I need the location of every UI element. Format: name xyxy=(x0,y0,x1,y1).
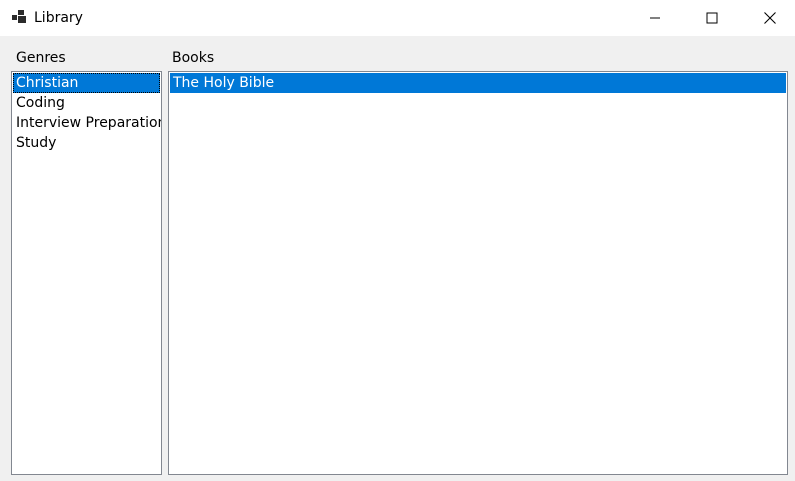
genre-item-christian[interactable]: Christian xyxy=(13,73,160,93)
books-label: Books xyxy=(172,50,215,66)
maximize-icon xyxy=(706,12,718,24)
books-listbox[interactable]: The Holy Bible xyxy=(168,71,788,475)
genres-listbox[interactable]: Christian Coding Interview Preparation S… xyxy=(11,71,162,475)
genre-item-coding[interactable]: Coding xyxy=(13,93,160,113)
close-icon xyxy=(764,12,776,24)
genres-label: Genres xyxy=(16,50,66,66)
genre-item-interview-preparation[interactable]: Interview Preparation xyxy=(13,113,161,133)
maximize-button[interactable] xyxy=(683,0,741,36)
library-window: Library Genres Books Christian Coding In… xyxy=(0,0,795,481)
book-item-the-holy-bible[interactable]: The Holy Bible xyxy=(170,73,786,93)
window-title: Library xyxy=(34,10,83,26)
genre-item-study[interactable]: Study xyxy=(13,133,160,153)
title-bar[interactable]: Library xyxy=(0,0,795,36)
minimize-button[interactable] xyxy=(626,0,684,36)
app-icon xyxy=(12,10,26,23)
close-button[interactable] xyxy=(741,0,795,36)
minimize-icon xyxy=(650,17,660,19)
